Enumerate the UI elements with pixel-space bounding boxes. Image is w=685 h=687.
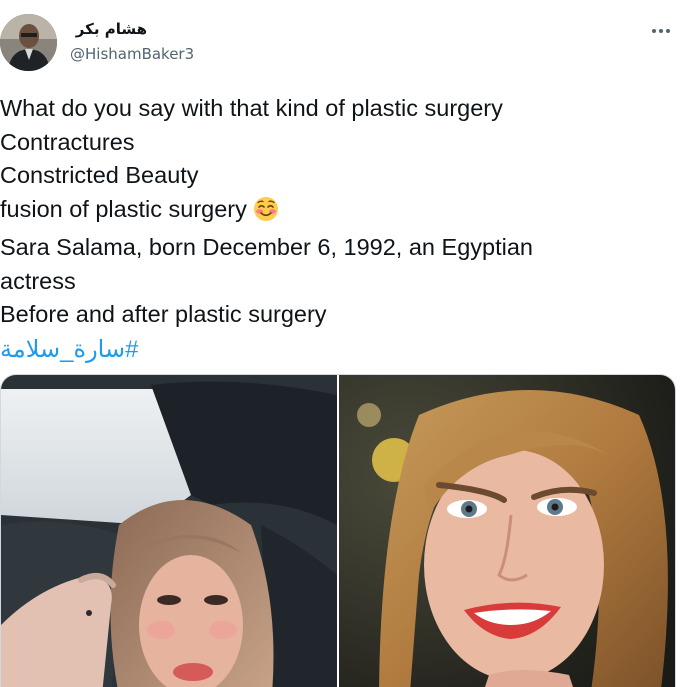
tweet-line: What do you say with that kind of plasti… [0, 95, 503, 121]
tweet-line: fusion of plastic surgery [0, 195, 247, 222]
hashtag-link[interactable]: #سارة_سلامة [0, 333, 138, 367]
photo-after[interactable] [339, 375, 675, 687]
tweet-text: What do you say with that kind of plasti… [0, 92, 660, 366]
photo-before[interactable] [1, 375, 337, 687]
user-avatar-photo-icon [0, 14, 57, 71]
tweet-line: actress [0, 267, 76, 294]
media-grid [0, 374, 676, 687]
user-handle[interactable]: @HishamBaker3 [70, 45, 194, 63]
tweet-line: Contractures [0, 128, 135, 155]
tweet-card: هشام بكر @HishamBaker3 What do you say w… [0, 0, 685, 687]
tweet-line: Before and after plastic surgery [0, 301, 327, 327]
tweet-line-with-emoji: fusion of plastic surgery [0, 193, 660, 232]
more-options-button[interactable] [649, 19, 673, 43]
more-horizontal-icon [652, 29, 670, 33]
tweet-line: Sara Salama, born December 6, 1992, an E… [0, 234, 533, 260]
selfie-photo-before-icon [1, 375, 337, 687]
avatar[interactable] [0, 14, 57, 71]
display-name[interactable]: هشام بكر [70, 20, 147, 38]
smiling-face-with-blush-icon [253, 196, 279, 232]
portrait-photo-after-icon [339, 375, 675, 687]
tweet-line: Constricted Beauty [0, 162, 199, 188]
